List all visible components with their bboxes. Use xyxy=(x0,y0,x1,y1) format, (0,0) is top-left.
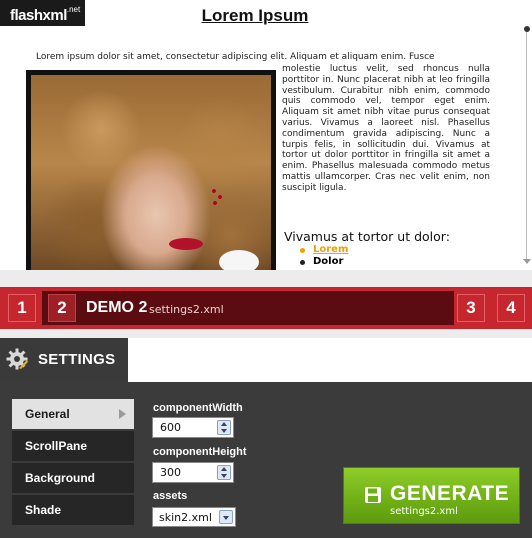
generate-label: GENERATE xyxy=(390,482,510,505)
demo-3-button[interactable]: 3 xyxy=(457,294,485,322)
chevron-down-icon[interactable] xyxy=(219,510,233,524)
menu-item-label: General xyxy=(25,407,70,421)
scrollbar-thumb[interactable] xyxy=(524,26,530,32)
lead-paragraph: Lorem ipsum dolor sit amet, consectetur … xyxy=(36,52,435,62)
portrait-photo xyxy=(31,75,271,270)
demo-2-button[interactable]: 2 xyxy=(48,294,76,322)
white-flower xyxy=(219,250,259,270)
menu-item-scrollpane[interactable]: ScrollPane xyxy=(12,431,134,461)
demo-4-button[interactable]: 4 xyxy=(497,294,525,322)
bullet-list: Lorem Dolor xyxy=(300,244,348,268)
demo-1-button[interactable]: 1 xyxy=(8,294,36,322)
preview-area: flashxml.net Lorem Ipsum Lorem ipsum dol… xyxy=(0,0,532,270)
assets-select[interactable]: skin2.xml xyxy=(152,507,236,527)
settings-title: SETTINGS xyxy=(38,351,116,368)
assets-selected-value: skin2.xml xyxy=(159,511,212,524)
spinner-arrows-icon[interactable] xyxy=(217,420,231,435)
scrollbar-track[interactable] xyxy=(526,28,527,260)
component-width-label: componentWidth xyxy=(153,402,243,414)
generate-file-name: settings2.xml xyxy=(390,506,458,517)
body-paragraph: molestie luctus velit, sed rhoncus nulla… xyxy=(282,64,490,193)
gear-icon xyxy=(6,348,28,370)
component-width-input[interactable] xyxy=(153,418,215,437)
logo-name: flashxml xyxy=(10,7,67,24)
menu-item-shade[interactable]: Shade xyxy=(12,495,134,525)
page-title: Lorem Ipsum xyxy=(201,6,309,25)
face-paint-dots xyxy=(211,187,225,207)
demo-file-name: settings2.xml xyxy=(149,303,224,316)
menu-item-label: Background xyxy=(25,471,96,485)
demo-title: DEMO 2 xyxy=(86,299,148,316)
preview-scrollbar[interactable] xyxy=(522,0,532,270)
bullet-link-lorem[interactable]: Lorem xyxy=(313,244,348,255)
menu-item-general[interactable]: General xyxy=(12,399,134,429)
component-height-input[interactable] xyxy=(153,463,215,482)
floppy-disk-icon xyxy=(365,487,381,503)
flashxml-logo[interactable]: flashxml.net xyxy=(0,0,85,26)
menu-item-label: Shade xyxy=(25,503,62,517)
logo-tld: .net xyxy=(66,5,81,14)
bullet-text-dolor: Dolor xyxy=(313,256,344,267)
spinner-arrows-icon[interactable] xyxy=(217,465,231,480)
component-height-label: componentHeight xyxy=(153,446,247,458)
sub-heading: Vivamus at tortor ut dolor: xyxy=(284,229,450,244)
lips xyxy=(169,238,203,250)
scroll-down-arrow-icon[interactable] xyxy=(523,259,531,264)
generate-button[interactable]: GENERATE settings2.xml xyxy=(343,467,520,524)
arrow-right-icon xyxy=(119,409,126,419)
assets-label: assets xyxy=(153,490,188,502)
component-height-stepper[interactable] xyxy=(152,462,234,483)
menu-item-label: ScrollPane xyxy=(25,439,88,453)
component-width-stepper[interactable] xyxy=(152,417,234,438)
menu-item-background[interactable]: Background xyxy=(12,463,134,493)
photo-frame xyxy=(26,70,276,270)
list-item[interactable]: Lorem xyxy=(300,244,348,256)
list-item: Dolor xyxy=(300,256,348,268)
